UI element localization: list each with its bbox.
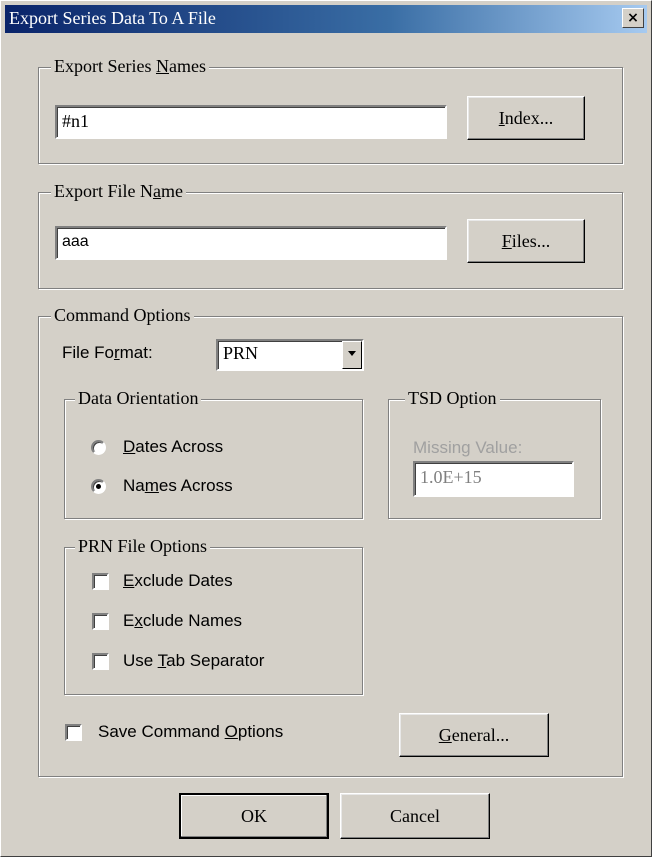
names-across-label[interactable]: Names Across	[123, 476, 233, 496]
chevron-down-icon[interactable]	[342, 341, 362, 369]
close-button[interactable]: ×	[622, 8, 644, 28]
command-options-legend: Command Options	[51, 305, 194, 326]
file-format-value: PRN	[223, 343, 259, 363]
file-format-select[interactable]: PRN	[216, 339, 364, 371]
file-format-label: File Format:	[62, 343, 153, 362]
use-tab-separator-label[interactable]: Use Tab Separator	[123, 651, 264, 671]
prn-file-options-legend: PRN File Options	[75, 536, 211, 557]
save-command-options-label[interactable]: Save Command Options	[98, 722, 283, 742]
exclude-dates-checkbox[interactable]	[92, 573, 109, 590]
dates-across-radio[interactable]	[91, 440, 106, 455]
close-icon: ×	[627, 10, 639, 26]
prn-file-options-group: PRN File Options Exclude Dates Exclude N…	[64, 536, 363, 695]
files-button[interactable]: Files...	[467, 219, 585, 263]
missing-value-input[interactable]: 1.0E+15	[413, 461, 574, 497]
missing-value-label: Missing Value:	[413, 438, 523, 457]
exclude-dates-label[interactable]: Exclude Dates	[123, 571, 233, 591]
export-series-names-legend: Export Series Names	[51, 56, 209, 77]
title-bar[interactable]: Export Series Data To A File ×	[5, 5, 647, 33]
export-dialog: Export Series Data To A File × Export Se…	[0, 0, 652, 857]
data-orientation-group: Data Orientation Dates Across Names Acro…	[64, 388, 363, 519]
general-button[interactable]: General...	[399, 713, 549, 757]
export-series-names-group: Export Series Names #n1 Index...	[38, 56, 623, 164]
command-options-group: Command Options File Format: PRN Data Or…	[38, 305, 623, 777]
ok-button[interactable]: OK	[179, 793, 329, 839]
exclude-names-label[interactable]: Exclude Names	[123, 611, 242, 631]
export-file-name-input[interactable]: aaa	[55, 226, 447, 260]
tsd-option-legend: TSD Option	[405, 388, 500, 409]
data-orientation-legend: Data Orientation	[75, 388, 202, 409]
exclude-names-checkbox[interactable]	[92, 613, 109, 630]
tsd-option-group: TSD Option Missing Value: 1.0E+15	[388, 388, 601, 519]
index-button[interactable]: Index...	[467, 96, 585, 140]
save-command-options-checkbox[interactable]	[65, 724, 82, 741]
names-across-radio[interactable]	[91, 479, 106, 494]
cancel-button[interactable]: Cancel	[340, 793, 490, 839]
dates-across-label[interactable]: Dates Across	[123, 437, 223, 457]
radio-selected-dot	[96, 484, 101, 489]
export-file-name-legend: Export File Name	[51, 181, 186, 202]
use-tab-separator-checkbox[interactable]	[92, 653, 109, 670]
export-series-names-input[interactable]: #n1	[55, 105, 447, 139]
export-file-name-group: Export File Name aaa Files...	[38, 181, 623, 289]
window-title: Export Series Data To A File	[9, 8, 216, 28]
